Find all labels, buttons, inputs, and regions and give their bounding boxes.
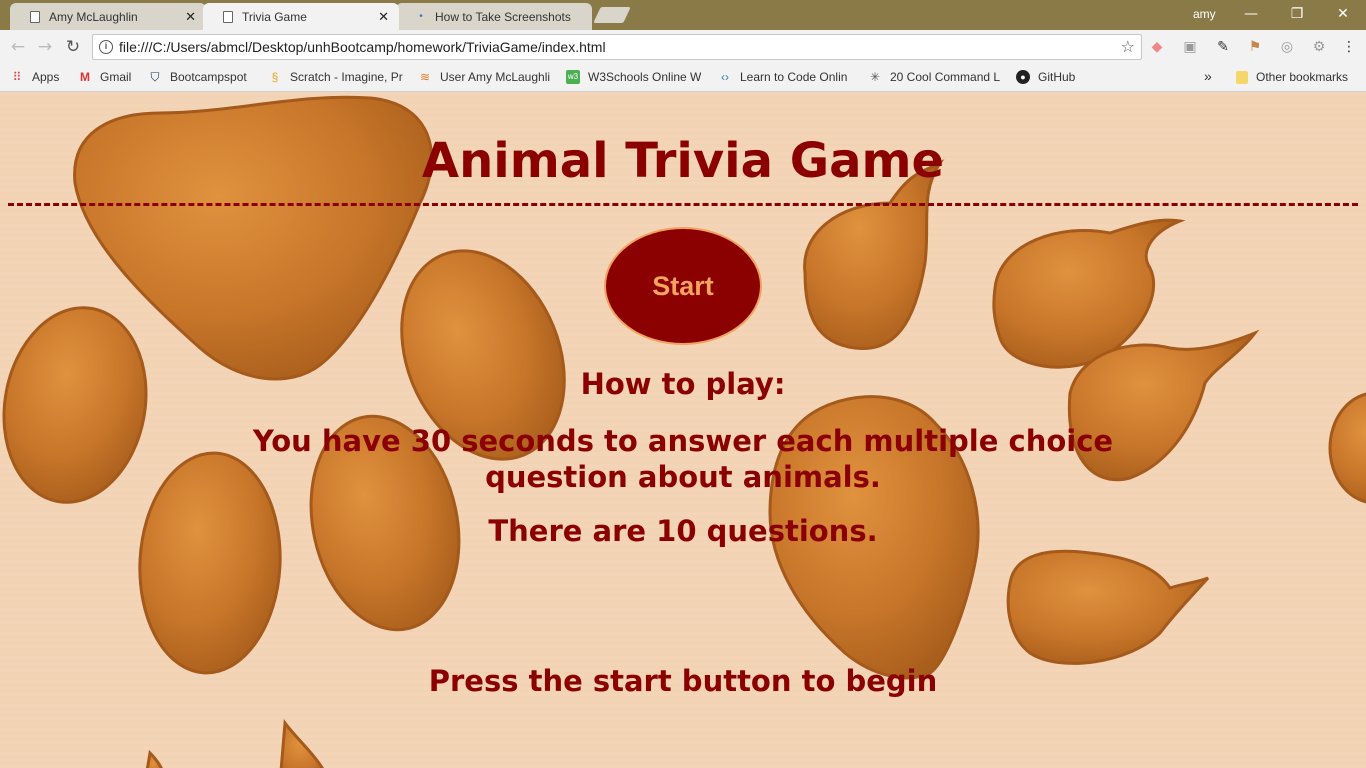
w3schools-icon: w3 — [566, 70, 580, 84]
tab-title: How to Take Screenshots — [435, 9, 571, 24]
start-button[interactable]: Start — [604, 227, 762, 345]
scratch-icon: § — [271, 70, 279, 84]
folder-icon — [1236, 70, 1248, 84]
back-arrow-icon[interactable]: ← — [8, 37, 28, 57]
close-icon[interactable]: ✕ — [185, 9, 196, 25]
loading-icon: • — [419, 11, 423, 22]
bookmark-github[interactable]: ● GitHub — [1016, 70, 1075, 84]
tab-screenshots[interactable]: • How to Take Screenshots — [396, 3, 592, 30]
apps-grid-icon: ⠿ — [12, 70, 22, 84]
page-icon — [223, 10, 233, 23]
eyedropper-icon[interactable]: ✎ — [1214, 38, 1232, 56]
rule-question-count: There are 10 questions. — [488, 514, 878, 548]
bookmark-stackoverflow[interactable]: ≋ User Amy McLaughli — [418, 70, 554, 84]
forward-arrow-icon[interactable]: → — [35, 37, 55, 57]
menu-icon[interactable]: ⋮ — [1340, 38, 1358, 56]
tab-strip: Amy McLaughlin ✕ Trivia Game ✕ • How to … — [0, 0, 1366, 30]
info-icon[interactable]: i — [99, 40, 113, 54]
page-title: Animal Trivia Game — [421, 133, 945, 189]
bookmark-scratch[interactable]: § Scratch - Imagine, Pr — [268, 70, 404, 84]
close-window-icon[interactable]: ✕ — [1328, 4, 1358, 24]
extension-icon[interactable]: ◎ — [1278, 38, 1296, 56]
bookmark-gmail[interactable]: M Gmail — [78, 70, 131, 84]
bookmark-label: Learn to Code Onlin — [740, 70, 848, 84]
url-text[interactable]: file:///C:/Users/abmcl/Desktop/unhBootca… — [119, 39, 606, 55]
github-icon: ● — [1016, 70, 1030, 84]
minimize-icon[interactable]: — — [1236, 4, 1266, 24]
code-icon: ‹› — [721, 70, 729, 84]
restore-icon[interactable]: ❐ — [1282, 4, 1312, 24]
bookmark-command-line[interactable]: ✳ 20 Cool Command L — [868, 70, 1004, 84]
command-icon: ✳ — [869, 70, 881, 84]
extension-icon[interactable]: ⚙ — [1310, 38, 1328, 56]
bookmark-bootcampspot[interactable]: ⛉ Bootcampspot — [148, 70, 247, 84]
extension-icon[interactable]: ◆ — [1148, 38, 1166, 56]
profile-name[interactable]: amy — [1193, 7, 1216, 21]
rule-time-line: question about animals. — [485, 460, 881, 494]
tab-trivia-game[interactable]: Trivia Game ✕ — [203, 3, 399, 30]
bookmarks-bar: ⠿ Apps M Gmail ⛉ Bootcampspot § Scratch … — [0, 64, 1366, 92]
page-viewport: Animal Trivia Game Start How to play: Yo… — [0, 93, 1366, 768]
bookmarks-overflow-button[interactable]: » — [1204, 68, 1212, 84]
rule-time-line: You have 30 seconds to answer each multi… — [252, 424, 1114, 458]
page-icon — [30, 10, 40, 23]
close-icon[interactable]: ✕ — [378, 9, 389, 25]
other-bookmarks[interactable]: Other bookmarks — [1236, 70, 1348, 84]
reload-icon[interactable]: ↻ — [63, 37, 83, 57]
bookmark-label: 20 Cool Command L — [890, 70, 1001, 84]
extension-icon[interactable]: ⚑ — [1246, 38, 1264, 56]
bookmark-w3schools[interactable]: w3 W3Schools Online W — [566, 70, 704, 84]
tab-title: Amy McLaughlin — [49, 9, 138, 24]
bookmark-label: User Amy McLaughli — [440, 70, 551, 84]
bookmark-label: Apps — [32, 70, 60, 84]
bookmark-label: Scratch - Imagine, Pr — [290, 70, 403, 84]
game-container: Animal Trivia Game Start How to play: Yo… — [0, 93, 1366, 768]
bookmark-label: W3Schools Online W — [588, 70, 702, 84]
address-bar[interactable]: i file:///C:/Users/abmcl/Desktop/unhBoot… — [92, 34, 1142, 60]
rule-time-limit: You have 30 seconds to answer each multi… — [0, 423, 1366, 495]
extension-icon[interactable]: ▣ — [1181, 38, 1199, 56]
new-tab-button[interactable] — [593, 7, 631, 23]
bookmark-label: Gmail — [100, 70, 132, 84]
press-start-prompt: Press the start button to begin — [428, 664, 938, 698]
bookmark-apps[interactable]: ⠿ Apps — [10, 70, 60, 84]
bookmark-label: Other bookmarks — [1256, 70, 1349, 84]
bookmark-label: Bootcampspot — [170, 70, 247, 84]
stackoverflow-icon: ≋ — [419, 70, 431, 84]
title-divider — [8, 203, 1358, 206]
bootcampspot-icon: ⛉ — [150, 70, 160, 84]
gmail-icon: M — [80, 70, 90, 84]
bookmark-learn-to-code[interactable]: ‹› Learn to Code Onlin — [718, 70, 854, 84]
browser-toolbar: ← → ↻ i file:///C:/Users/abmcl/Desktop/u… — [0, 30, 1366, 64]
tab-title: Trivia Game — [242, 9, 307, 24]
bookmark-star-icon[interactable]: ☆ — [1121, 37, 1135, 56]
how-to-play-heading: How to play: — [580, 367, 786, 401]
tab-amy-mclaughlin[interactable]: Amy McLaughlin ✕ — [10, 3, 206, 30]
bookmark-label: GitHub — [1038, 70, 1076, 84]
